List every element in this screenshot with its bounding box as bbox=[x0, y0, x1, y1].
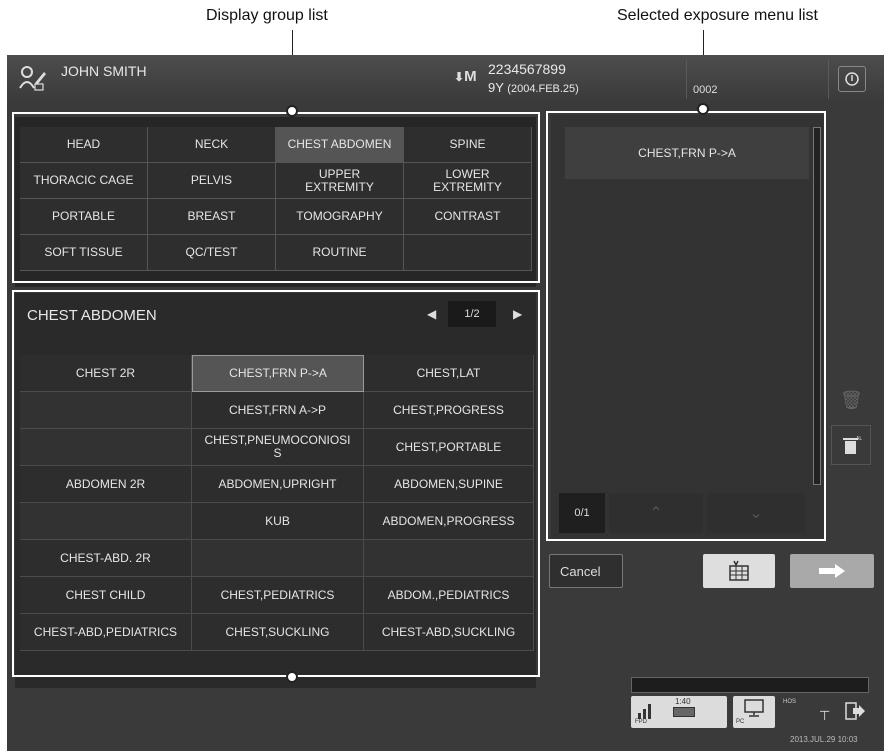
patient-edit-icon[interactable] bbox=[19, 65, 46, 91]
exposure-menu-empty bbox=[20, 503, 192, 540]
callout-dot bbox=[286, 671, 298, 683]
list-counter: 0/1 bbox=[559, 493, 605, 533]
exposure-menu-screen: JOHN SMITH ⬇M 2234567899 9Y (2004.FEB.25… bbox=[7, 55, 884, 751]
delete-all-button[interactable]: ALL bbox=[831, 425, 871, 465]
fpd-time: 1:40 bbox=[675, 697, 691, 706]
exposure-menu-item[interactable]: CHEST,FRN P->A bbox=[192, 355, 364, 392]
logout-button[interactable] bbox=[841, 696, 871, 726]
exposure-menu-panel: CHEST ABDOMEN ◀ 1/2 ▶ CHEST 2R CHEST,FRN … bbox=[15, 293, 536, 688]
cancel-button[interactable]: Cancel bbox=[549, 554, 623, 588]
group-button-head[interactable]: HEAD bbox=[20, 127, 148, 163]
group-button-contrast[interactable]: CONTRAST bbox=[404, 199, 532, 235]
exposure-menu-empty bbox=[364, 540, 534, 577]
hos-label: HOS bbox=[783, 699, 797, 705]
exposure-menu-item[interactable]: ABDOMEN 2R bbox=[20, 466, 192, 503]
move-up-button[interactable]: ⌃ bbox=[609, 493, 703, 533]
exposure-menu-item[interactable]: ABDOMEN,UPRIGHT bbox=[192, 466, 364, 503]
prev-page-button[interactable]: ◀ bbox=[427, 307, 436, 321]
exposure-menu-item[interactable]: CHEST,SUCKLING bbox=[192, 614, 364, 651]
display-group-list: HEAD NECK CHEST ABDOMEN SPINE THORACIC CAGE P… bbox=[15, 117, 536, 287]
group-button-empty bbox=[404, 235, 532, 271]
arrow-right-icon bbox=[819, 564, 845, 578]
exposure-menu-item[interactable]: CHEST,PROGRESS bbox=[364, 392, 534, 429]
antenna-icon: ⊤ bbox=[819, 708, 831, 723]
group-button-breast[interactable]: BREAST bbox=[148, 199, 276, 235]
signal-icon bbox=[638, 704, 651, 719]
pc-label: PC bbox=[736, 719, 745, 725]
patient-header: JOHN SMITH ⬇M 2234567899 9Y (2004.FEB.25… bbox=[7, 55, 884, 103]
callout-dot bbox=[286, 105, 298, 117]
selected-exposure-item[interactable]: CHEST,FRN P->A bbox=[565, 127, 809, 179]
pc-status: PC bbox=[733, 696, 775, 728]
group-button-spine[interactable]: SPINE bbox=[404, 127, 532, 163]
hos-status: HOS ⊤ bbox=[781, 696, 833, 728]
exposure-menu-item[interactable]: CHEST,LAT bbox=[364, 355, 534, 392]
status-datetime: 2013.JUL.29 10:03 bbox=[790, 735, 858, 744]
group-button-soft-tissue[interactable]: SOFT TISSUE bbox=[20, 235, 148, 271]
exposure-menu-item[interactable]: KUB bbox=[192, 503, 364, 540]
patient-birthdate: (2004.FEB.25) bbox=[507, 83, 579, 95]
group-button-portable[interactable]: PORTABLE bbox=[20, 199, 148, 235]
group-button-qc-test[interactable]: QC/TEST bbox=[148, 235, 276, 271]
fpd-status: 1:40 FPD bbox=[631, 696, 727, 728]
list-scrollbar[interactable] bbox=[813, 127, 821, 485]
exposure-menu-empty bbox=[192, 540, 364, 577]
group-button-chest-abdomen[interactable]: CHEST ABDOMEN bbox=[276, 127, 404, 163]
power-button[interactable] bbox=[838, 66, 866, 92]
exposure-menu-empty bbox=[20, 429, 192, 466]
patient-age-value: 9Y bbox=[488, 80, 504, 95]
patient-name: JOHN SMITH bbox=[61, 63, 147, 79]
display-group-list-callout: Display group list bbox=[206, 7, 328, 24]
header-divider bbox=[828, 59, 829, 99]
patient-code: 0002 bbox=[693, 84, 718, 96]
exposure-menu-item[interactable]: CHEST,PNEUMOCONIOSI S bbox=[192, 429, 364, 466]
exposure-menu-item[interactable]: CHEST-ABD,SUCKLING bbox=[364, 614, 534, 651]
battery-icon bbox=[673, 707, 695, 717]
group-button-lower-extremity[interactable]: LOWER EXTREMITY bbox=[404, 163, 532, 199]
selected-exposure-menu-list: CHEST,FRN P->A 0/1 ⌃ ⌄ bbox=[551, 115, 825, 540]
group-button-upper-extremity[interactable]: UPPER EXTREMITY bbox=[276, 163, 404, 199]
exposure-menu-item[interactable]: ABDOMEN,PROGRESS bbox=[364, 503, 534, 540]
cancel-button-label: Cancel bbox=[560, 564, 601, 579]
exposure-menu-item[interactable]: CHEST,PEDIATRICS bbox=[192, 577, 364, 614]
exposure-menu-item[interactable]: CHEST CHILD bbox=[20, 577, 192, 614]
exposure-menu-item[interactable]: CHEST-ABD,PEDIATRICS bbox=[20, 614, 192, 651]
header-divider bbox=[686, 59, 687, 99]
patient-id: 2234567899 bbox=[488, 61, 566, 77]
table-icon bbox=[729, 560, 749, 581]
callout-dot bbox=[697, 103, 709, 115]
next-button[interactable] bbox=[790, 554, 874, 588]
exposure-menu-item[interactable]: CHEST,FRN A->P bbox=[192, 392, 364, 429]
monitor-icon bbox=[744, 699, 764, 717]
group-button-tomography[interactable]: TOMOGRAPHY bbox=[276, 199, 404, 235]
trash-all-icon: ALL bbox=[843, 436, 862, 454]
next-page-button[interactable]: ▶ bbox=[513, 307, 522, 321]
power-icon bbox=[845, 72, 859, 86]
exposure-menu-item[interactable]: CHEST,PORTABLE bbox=[364, 429, 534, 466]
fpd-label: FPD bbox=[635, 719, 647, 725]
exam-list-button[interactable] bbox=[703, 554, 775, 588]
exposure-menu-item[interactable]: CHEST 2R bbox=[20, 355, 192, 392]
logout-icon bbox=[845, 702, 865, 720]
menu-title: CHEST ABDOMEN bbox=[27, 307, 157, 324]
exposure-menu-item[interactable]: CHEST-ABD. 2R bbox=[20, 540, 192, 577]
message-bar bbox=[631, 677, 869, 693]
group-button-pelvis[interactable]: PELVIS bbox=[148, 163, 276, 199]
patient-sex: M bbox=[464, 68, 477, 85]
svg-text:ALL: ALL bbox=[856, 436, 862, 442]
group-button-thoracic-cage[interactable]: THORACIC CAGE bbox=[20, 163, 148, 199]
exposure-menu-item[interactable]: ABDOMEN,SUPINE bbox=[364, 466, 534, 503]
patient-age: 9Y (2004.FEB.25) bbox=[488, 80, 579, 95]
page-indicator: 1/2 bbox=[448, 301, 496, 327]
exposure-menu-item[interactable]: ABDOM.,PEDIATRICS bbox=[364, 577, 534, 614]
exposure-menu-empty bbox=[20, 392, 192, 429]
group-button-routine[interactable]: ROUTINE bbox=[276, 235, 404, 271]
group-button-neck[interactable]: NECK bbox=[148, 127, 276, 163]
selected-exposure-menu-list-callout: Selected exposure menu list bbox=[617, 7, 818, 24]
sex-icon: ⬇M bbox=[454, 68, 477, 85]
delete-icon[interactable]: 🗑 bbox=[840, 390, 864, 414]
move-down-button[interactable]: ⌄ bbox=[707, 493, 805, 533]
